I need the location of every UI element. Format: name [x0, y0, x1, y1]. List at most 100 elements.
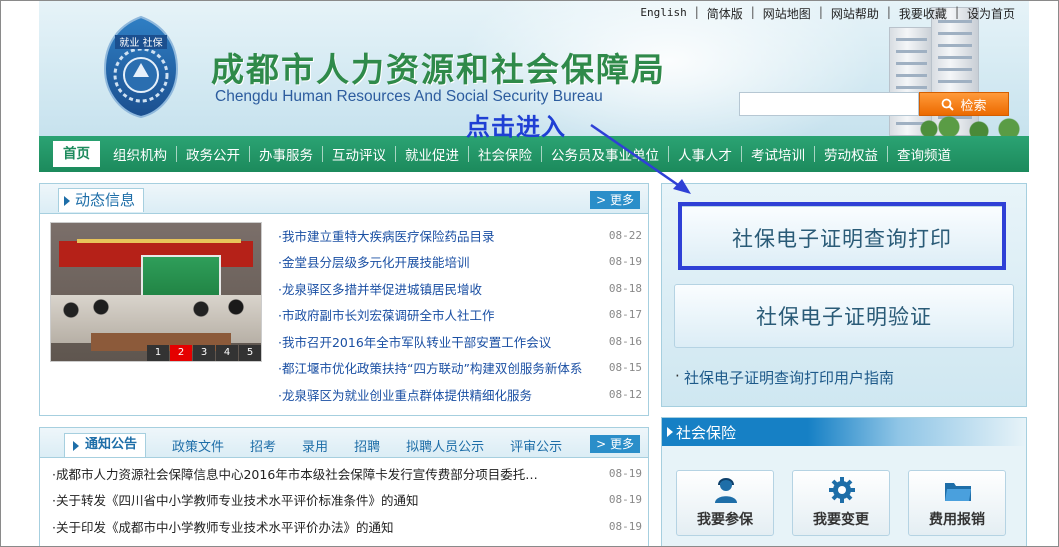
change-button[interactable]: 我要变更 — [792, 470, 890, 536]
list-item: ·关于印发《成都市中小学教师专业技术水平评价办法》的通知 08-19 — [52, 513, 642, 540]
link-english[interactable]: English — [632, 5, 694, 22]
notice-list: ·成都市人力资源社会保障信息中心2016年市本级社会保障卡发行宣传费部分项目委托… — [52, 460, 642, 540]
tab-review-public[interactable]: 评审公示 — [510, 436, 562, 455]
notice-link[interactable]: ·关于转发《四川省中小学教师专业技术水平评价标准条件》的通知 — [52, 490, 418, 509]
verify-certificate-button[interactable]: 社保电子证明验证 — [674, 284, 1014, 348]
news-date: 08-16 — [608, 334, 642, 348]
link-help[interactable]: 网站帮助 — [823, 5, 887, 22]
news-photo[interactable]: 1 2 3 4 5 — [50, 222, 262, 362]
news-more-link[interactable]: > 更多 — [590, 191, 640, 209]
carousel-page-3[interactable]: 3 — [193, 345, 215, 361]
notice-link[interactable]: ·成都市人力资源社会保障信息中心2016年市本级社会保障卡发行宣传费部分项目委托… — [52, 464, 538, 483]
notice-date: 08-19 — [608, 493, 642, 507]
org-name-en: Chengdu Human Resources And Social Secur… — [215, 88, 603, 105]
news-list: ·我市建立重特大疾病医疗保险药品目录 08-22 ·金堂县分层级多元化开展技能培训… — [278, 222, 642, 408]
list-item: ·都江堰市优化政策扶持“四方联动”构建双创服务新体系 08-15 — [278, 355, 642, 382]
news-link[interactable]: ·金堂县分层级多元化开展技能培训 — [278, 252, 469, 271]
tab-exams[interactable]: 招考 — [250, 436, 276, 455]
notice-more-link[interactable]: > 更多 — [590, 435, 640, 453]
nav-item-exams[interactable]: 考试培训 — [742, 144, 814, 164]
news-panel: 动态信息 > 更多 1 2 3 4 5 ·我市建立重特大疾病医疗保险药品目录 08… — [39, 183, 649, 416]
carousel-page-4[interactable]: 4 — [216, 345, 238, 361]
notice-tabs: 通知公告 政策文件 招考 录用 招聘 拟聘人员公示 评审公示 — [64, 432, 588, 458]
triangle-right-icon — [64, 196, 70, 206]
reimburse-label: 费用报销 — [929, 512, 985, 528]
news-date: 08-12 — [608, 387, 642, 401]
nav-item-organization[interactable]: 组织机构 — [104, 144, 176, 164]
news-tab[interactable]: 动态信息 — [58, 188, 145, 212]
tab-policy-docs[interactable]: 政策文件 — [172, 436, 224, 455]
news-link[interactable]: ·我市召开2016年全市军队转业干部安置工作会议 — [278, 332, 551, 351]
list-item: ·我市召开2016年全市军队转业干部安置工作会议 08-16 — [278, 328, 642, 355]
nav-item-talent[interactable]: 人事人才 — [669, 144, 741, 164]
news-link[interactable]: ·龙泉驿区多措并举促进城镇居民增收 — [278, 279, 482, 298]
nav-item-home[interactable]: 首页 — [53, 141, 100, 167]
link-simplified[interactable]: 简体版 — [699, 5, 751, 22]
nav-item-labor-rights[interactable]: 劳动权益 — [815, 144, 887, 164]
notice-date: 08-19 — [608, 466, 642, 480]
news-title: 动态信息 — [75, 191, 136, 209]
nav-item-services[interactable]: 办事服务 — [250, 144, 322, 164]
notice-link[interactable]: ·关于印发《成都市中小学教师专业技术水平评价办法》的通知 — [52, 517, 393, 536]
nav-item-civil-servants[interactable]: 公务员及事业单位 — [542, 144, 668, 164]
tab-notices[interactable]: 通知公告 — [64, 433, 147, 457]
notice-panel: 通知公告 政策文件 招考 录用 招聘 拟聘人员公示 评审公示 > 更多 ·成都市… — [39, 427, 649, 546]
annotation-label: 点击进入 — [466, 113, 566, 141]
news-date: 08-19 — [608, 255, 642, 269]
nav-item-employment[interactable]: 就业促进 — [396, 144, 468, 164]
social-insurance-panel: 社会保险 我要参保 我要变更 费用报销 — [661, 417, 1027, 546]
list-item: ·市政府副市长刘宏葆调研全市人社工作 08-17 — [278, 302, 642, 329]
reimburse-button[interactable]: 费用报销 — [908, 470, 1006, 536]
top-links: English | 简体版 | 网站地图 | 网站帮助 | 我要收藏 | 设为首… — [632, 5, 1023, 22]
news-link[interactable]: ·都江堰市优化政策扶持“四方联动”构建双创服务新体系 — [278, 358, 582, 377]
list-item: ·金堂县分层级多元化开展技能培训 08-19 — [278, 249, 642, 276]
link-bookmark[interactable]: 我要收藏 — [891, 5, 955, 22]
search-button[interactable]: 检索 — [919, 92, 1009, 116]
gear-icon — [829, 477, 855, 503]
tab-recruitment[interactable]: 招聘 — [354, 436, 380, 455]
triangle-right-icon — [667, 427, 673, 437]
list-item: ·成都市人力资源社会保障信息中心2016年市本级社会保障卡发行宣传费部分项目委托… — [52, 460, 642, 487]
list-item: ·龙泉驿区为就业创业重点群体提供精细化服务 08-12 — [278, 381, 642, 408]
link-set-homepage[interactable]: 设为首页 — [959, 5, 1023, 22]
news-date: 08-18 — [608, 281, 642, 295]
folder-icon — [945, 483, 971, 501]
carousel-pager: 1 2 3 4 5 — [146, 345, 261, 361]
logo-text: 就业 社保 — [119, 36, 162, 49]
org-name-cn: 成都市人力资源和社会保障局 — [211, 50, 666, 89]
carousel-page-1[interactable]: 1 — [147, 345, 169, 361]
bureau-logo: 就业 社保 — [103, 15, 179, 119]
list-item: ·关于转发《四川省中小学教师专业技术水平评价标准条件》的通知 08-19 — [52, 487, 642, 514]
person-headset-icon — [715, 478, 737, 503]
tab-candidates-public[interactable]: 拟聘人员公示 — [406, 436, 484, 455]
nav-item-query[interactable]: 查询频道 — [888, 144, 960, 164]
browser-viewport: 就业 社保 成都市人力资源和社会保障局 Chengdu Human Resour… — [0, 0, 1059, 547]
list-item: ·龙泉驿区多措并举促进城镇居民增收 08-18 — [278, 275, 642, 302]
list-item: ·我市建立重特大疾病医疗保险药品目录 08-22 — [278, 222, 642, 249]
tab-hiring[interactable]: 录用 — [302, 436, 328, 455]
search-icon — [942, 98, 955, 111]
carousel-page-2[interactable]: 2 — [170, 345, 192, 361]
search-button-label: 检索 — [960, 98, 987, 114]
search-input[interactable] — [739, 92, 919, 116]
nav-item-gov-affairs[interactable]: 政务公开 — [177, 144, 249, 164]
news-date: 08-17 — [608, 308, 642, 322]
news-link[interactable]: ·市政府副市长刘宏葆调研全市人社工作 — [278, 305, 494, 324]
news-link[interactable]: ·龙泉驿区为就业创业重点群体提供精细化服务 — [278, 385, 532, 404]
enroll-label: 我要参保 — [697, 512, 753, 528]
social-insurance-title: 社会保险 — [676, 424, 737, 442]
user-guide-link[interactable]: 社保电子证明查询打印用户指南 — [675, 367, 894, 388]
nav-item-social-insurance[interactable]: 社会保险 — [469, 144, 541, 164]
link-sitemap[interactable]: 网站地图 — [755, 5, 819, 22]
news-date: 08-15 — [608, 361, 642, 375]
carousel-page-5[interactable]: 5 — [239, 345, 261, 361]
news-link[interactable]: ·我市建立重特大疾病医疗保险药品目录 — [278, 226, 494, 245]
e-certificate-panel: 社保电子证明查询打印 社保电子证明验证 社保电子证明查询打印用户指南 — [661, 183, 1027, 407]
print-certificate-button[interactable]: 社保电子证明查询打印 — [680, 206, 1004, 270]
triangle-right-icon — [73, 441, 79, 451]
news-date: 08-22 — [608, 228, 642, 242]
service-buttons: 我要参保 我要变更 费用报销 — [676, 470, 1006, 536]
nav-item-interaction[interactable]: 互动评议 — [323, 144, 395, 164]
change-label: 我要变更 — [813, 512, 869, 528]
enroll-button[interactable]: 我要参保 — [676, 470, 774, 536]
